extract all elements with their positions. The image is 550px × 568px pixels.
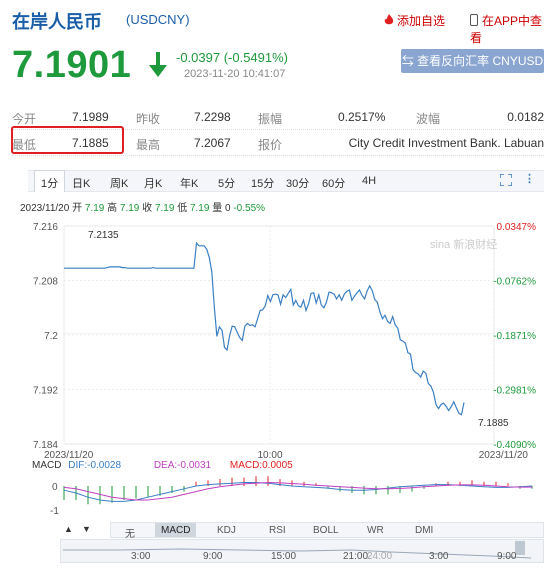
timeline-tick: 21:00 bbox=[343, 551, 369, 562]
timeline-tick: 24:00 bbox=[367, 551, 393, 562]
timeline-tick: 3:00 bbox=[429, 551, 449, 562]
macd-ytick: 0 bbox=[52, 482, 58, 493]
stat-label: 昨收 bbox=[136, 112, 161, 126]
indicator-tabs: 无 MACD KDJ RSI BOLL WR DMI bbox=[110, 522, 544, 540]
pct-tick-label: 0.0347% bbox=[497, 222, 537, 233]
low-annotation: 7.1885 bbox=[478, 418, 509, 429]
page-title: 在岸人民币 bbox=[12, 12, 102, 32]
tab-15min[interactable]: 15分 bbox=[251, 175, 274, 191]
tab-rsi[interactable]: RSI bbox=[269, 525, 286, 536]
tab-none[interactable]: 无 bbox=[125, 525, 135, 540]
dif-label: DIF: bbox=[68, 460, 88, 471]
timeline-tick: 3:00 bbox=[131, 551, 151, 562]
tab-week[interactable]: 周K bbox=[110, 175, 128, 191]
low-highlight-box bbox=[11, 126, 124, 154]
tab-30min[interactable]: 30分 bbox=[286, 175, 309, 191]
quote-timestamp: 2023-11-20 10:41:07 bbox=[184, 68, 286, 80]
pct-tick-label: -0.0762% bbox=[493, 277, 536, 288]
fullscreen-icon[interactable] bbox=[499, 173, 513, 189]
tab-month[interactable]: 月K bbox=[144, 175, 162, 191]
header: 在岸人民币 (USDCNY) 添加自选 在APP中查看 bbox=[12, 8, 544, 45]
current-price: 7.1901 bbox=[12, 44, 132, 86]
y-tick-label: 7.2 bbox=[44, 331, 58, 342]
stat-label: 报价 bbox=[258, 138, 283, 152]
pct-tick-label: -0.1871% bbox=[493, 331, 536, 342]
tab-year[interactable]: 年K bbox=[180, 175, 198, 191]
tab-boll[interactable]: BOLL bbox=[313, 525, 339, 536]
stat-label: 振幅 bbox=[258, 112, 283, 126]
tab-4h[interactable]: 4H bbox=[362, 175, 376, 187]
stat-value: 7.2067 bbox=[194, 136, 231, 150]
period-tabs: 1分 日K 周K 月K 年K 5分 15分 30分 60分 4H ⋮ bbox=[28, 170, 544, 192]
macd-label: MACD: bbox=[229, 460, 263, 471]
dea-label: DEA: bbox=[153, 460, 178, 471]
tab-60min[interactable]: 60分 bbox=[322, 175, 345, 191]
stat-label: 最高 bbox=[136, 138, 161, 152]
stat-label: 今开 bbox=[12, 112, 37, 126]
stat-value: 0.0182 bbox=[507, 110, 544, 124]
swap-icon: ⇆ bbox=[401, 54, 418, 68]
reverse-rate-button[interactable]: ⇆ 查看反向汇率 CNYUSD bbox=[401, 49, 544, 73]
add-watchlist-label: 添加自选 bbox=[397, 14, 446, 28]
high-annotation: 7.2135 bbox=[88, 230, 119, 241]
price-chart[interactable]: 7.2167.2087.27.1927.184 0.0347%-0.0762%-… bbox=[0, 212, 550, 462]
tab-1min[interactable]: 1分 bbox=[34, 170, 66, 192]
stat-value: 0.2517% bbox=[338, 110, 386, 124]
dea-line bbox=[63, 481, 532, 501]
scroll-down-button[interactable]: ▼ bbox=[82, 524, 91, 534]
down-arrow-icon bbox=[149, 52, 167, 77]
x-tick-label: 2023/11/20 bbox=[479, 450, 529, 461]
timeline-navigator[interactable]: 3:00 9:00 15:00 21:00 24:00 3:00 9:00 bbox=[60, 539, 544, 563]
price-change: -0.0397 (-0.5491%) bbox=[176, 50, 289, 65]
timeline-handle[interactable] bbox=[515, 541, 525, 555]
tab-kdj[interactable]: KDJ bbox=[217, 525, 236, 536]
dea-value: -0.0031 bbox=[177, 460, 212, 471]
price-line bbox=[64, 241, 465, 416]
add-watchlist-button[interactable]: 添加自选 bbox=[384, 12, 445, 29]
tab-wr[interactable]: WR bbox=[367, 525, 384, 536]
stat-label: 波幅 bbox=[416, 112, 441, 126]
phone-icon bbox=[470, 14, 478, 26]
tab-macd[interactable]: MACD bbox=[155, 523, 197, 537]
timeline-tick: 15:00 bbox=[271, 551, 297, 562]
dif-value: -0.0028 bbox=[87, 460, 122, 471]
macd-title: MACD bbox=[32, 460, 62, 471]
stat-value: 7.2298 bbox=[194, 110, 231, 124]
pct-tick-label: -0.2981% bbox=[493, 386, 536, 397]
macd-value: 0.0005 bbox=[262, 460, 293, 471]
timeline-tick: 9:00 bbox=[203, 551, 223, 562]
tab-5min[interactable]: 5分 bbox=[218, 175, 235, 191]
stat-value: City Credit Investment Bank. Labuan bbox=[348, 136, 544, 150]
view-in-app-label: 在APP中查看 bbox=[470, 14, 543, 45]
macd-header: MACD DIF:-0.0028 DEA:-0.0031 MACD:0.0005 bbox=[32, 460, 293, 471]
tab-dmi[interactable]: DMI bbox=[415, 525, 433, 536]
more-options-icon[interactable]: ⋮ bbox=[524, 172, 535, 185]
y-tick-label: 7.192 bbox=[33, 386, 58, 397]
timeline-tick: 9:00 bbox=[497, 551, 517, 562]
macd-ytick: -1 bbox=[50, 506, 59, 517]
reverse-rate-label: 查看反向汇率 CNYUSD bbox=[417, 54, 544, 68]
y-tick-label: 7.208 bbox=[33, 277, 58, 288]
symbol-code: (USDCNY) bbox=[126, 12, 190, 27]
y-tick-label: 7.216 bbox=[33, 222, 58, 233]
view-in-app-button[interactable]: 在APP中查看 bbox=[470, 12, 544, 46]
macd-chart: 0 -1 bbox=[50, 476, 533, 517]
scroll-up-button[interactable]: ▲ bbox=[64, 524, 73, 534]
watermark: sina 新浪财经 bbox=[430, 237, 497, 251]
tab-day[interactable]: 日K bbox=[72, 175, 90, 191]
fire-icon bbox=[384, 14, 394, 25]
stat-value: 7.1989 bbox=[72, 110, 109, 124]
